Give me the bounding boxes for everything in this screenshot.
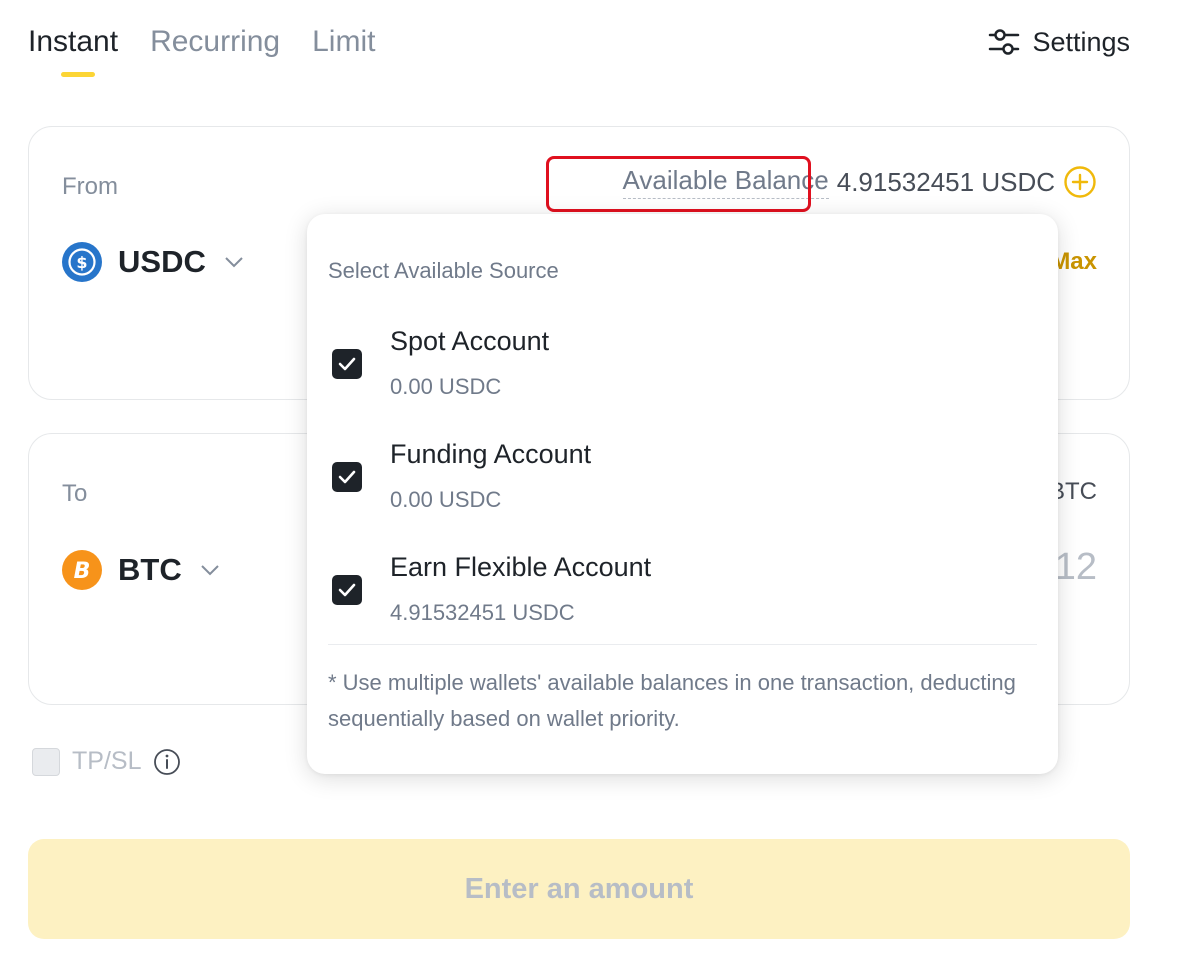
order-type-tabs: Instant Recurring Limit — [28, 22, 375, 77]
btc-icon: B — [62, 550, 102, 590]
svg-text:$: $ — [76, 253, 87, 272]
tab-instant[interactable]: Instant — [28, 22, 118, 77]
available-balance-row: Available Balance 4.91532451 USDC — [622, 165, 1098, 199]
enter-amount-button[interactable]: Enter an amount — [28, 839, 1130, 939]
check-icon — [338, 583, 356, 597]
check-icon — [338, 357, 356, 371]
checkbox-checked[interactable] — [332, 575, 362, 605]
available-balance-label[interactable]: Available Balance — [622, 165, 829, 199]
from-coin-selector[interactable]: $ USDC — [62, 242, 246, 282]
to-amount-value: 12 — [1054, 546, 1097, 588]
source-name: Earn Flexible Account — [390, 552, 652, 582]
source-balance: 0.00 USDC — [390, 374, 502, 399]
source-name: Spot Account — [390, 326, 550, 356]
checkbox-checked[interactable] — [332, 349, 362, 379]
add-circle-icon[interactable] — [1063, 165, 1097, 199]
available-source-popover: Select Available Source Spot Account 0.0… — [307, 214, 1058, 774]
from-label: From — [62, 173, 118, 200]
tpsl-label: TP/SL — [72, 747, 142, 775]
from-coin-name: USDC — [118, 244, 206, 279]
sliders-icon — [989, 29, 1020, 55]
tab-recurring[interactable]: Recurring — [150, 22, 280, 62]
settings-button[interactable]: Settings — [986, 24, 1130, 60]
source-item-earn-flexible[interactable]: Earn Flexible Account 4.91532451 USDC — [332, 552, 1032, 642]
divider — [328, 644, 1037, 645]
swap-page: Instant Recurring Limit Settings From Av… — [0, 0, 1190, 972]
source-name: Funding Account — [390, 439, 592, 469]
source-balance: 0.00 USDC — [390, 487, 502, 512]
chevron-down-icon — [225, 257, 243, 268]
checkbox-checked[interactable] — [332, 462, 362, 492]
to-coin-name: BTC — [118, 552, 182, 587]
popover-title: Select Available Source — [328, 258, 559, 283]
tab-limit[interactable]: Limit — [312, 22, 375, 62]
source-item-funding[interactable]: Funding Account 0.00 USDC — [332, 439, 1032, 529]
info-icon[interactable] — [153, 748, 181, 776]
source-item-spot[interactable]: Spot Account 0.00 USDC — [332, 326, 1032, 416]
tpsl-option: TP/SL — [32, 747, 181, 776]
chevron-down-icon — [201, 565, 219, 576]
check-icon — [338, 470, 356, 484]
to-coin-selector[interactable]: B BTC — [62, 550, 222, 590]
to-label: To — [62, 480, 88, 507]
tpsl-checkbox[interactable] — [32, 747, 60, 776]
svg-text:B: B — [74, 559, 91, 584]
source-balance: 4.91532451 USDC — [390, 600, 575, 625]
popover-note: * Use multiple wallets' available balanc… — [328, 670, 1016, 731]
settings-label: Settings — [1032, 26, 1130, 57]
available-balance-value: 4.91532451 USDC — [836, 166, 1055, 197]
usdc-icon: $ — [62, 242, 102, 282]
